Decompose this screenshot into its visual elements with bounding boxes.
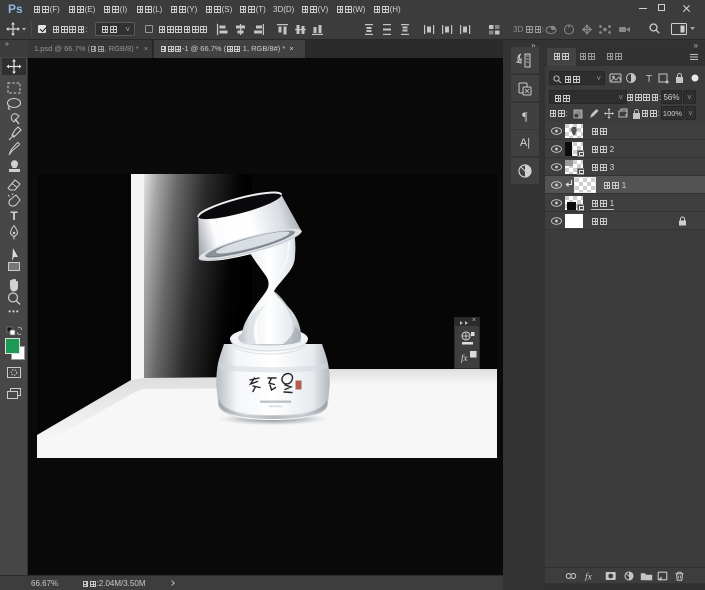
svg-text:fx: fx [585,572,593,582]
svg-text:fx: fx [461,353,468,363]
svg-text:T: T [646,74,652,84]
